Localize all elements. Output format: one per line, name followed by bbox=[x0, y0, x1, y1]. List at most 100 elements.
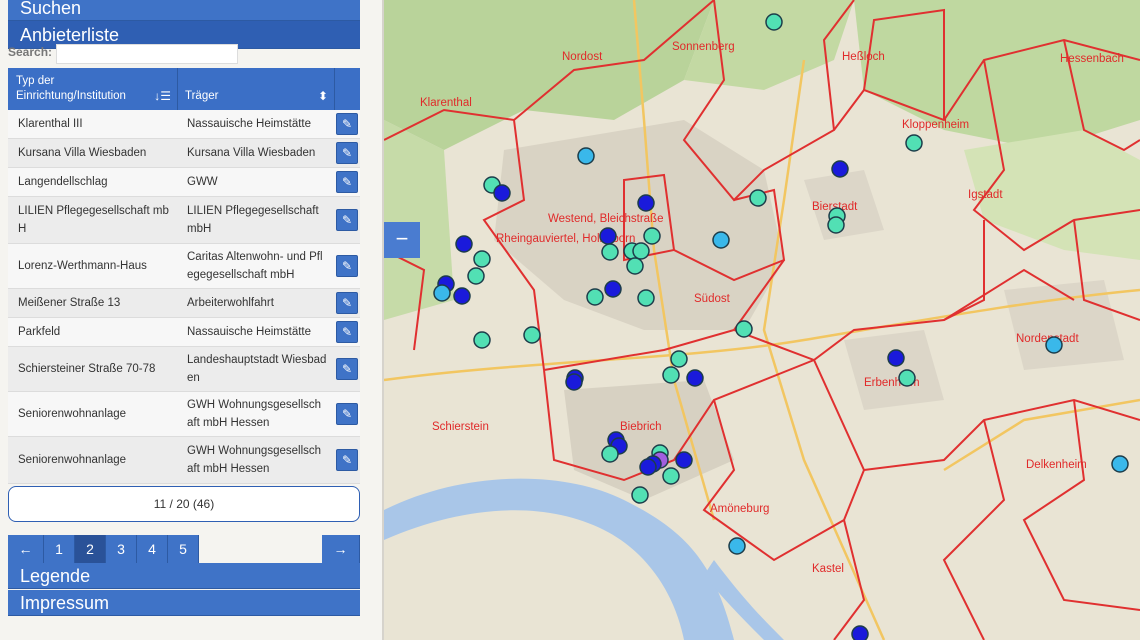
map-marker[interactable] bbox=[670, 350, 688, 368]
cell-carrier: Nassauische Heimstätte bbox=[187, 118, 311, 130]
cell-type: Seniorenwohnanlage bbox=[18, 408, 127, 420]
map-marker[interactable] bbox=[601, 243, 619, 261]
panel-imprint-header[interactable]: Impressum bbox=[8, 590, 360, 616]
table-row[interactable]: Seniorenwohnanlage GWH Wohnungsgesellscha… bbox=[8, 392, 360, 437]
map-marker[interactable] bbox=[662, 467, 680, 485]
map-marker[interactable] bbox=[686, 369, 704, 387]
edit-icon[interactable]: ✎ bbox=[336, 113, 358, 135]
map-marker[interactable] bbox=[523, 326, 541, 344]
map-marker[interactable] bbox=[637, 289, 655, 307]
table-header: Typ der Einrichtung/Institution ↓☰ Träge… bbox=[8, 68, 360, 110]
table-row[interactable]: LILIEN Pflegegesellschaft mbH LILIEN Pfle… bbox=[8, 197, 360, 244]
map-marker[interactable] bbox=[728, 537, 746, 555]
map-marker[interactable] bbox=[735, 320, 753, 338]
district-label: Schierstein bbox=[432, 421, 489, 433]
search-input[interactable] bbox=[56, 44, 238, 64]
table-row[interactable]: Schiersteiner Straße 70-78 Landeshauptsta… bbox=[8, 347, 360, 392]
map-marker[interactable] bbox=[1111, 455, 1129, 473]
edit-icon[interactable]: ✎ bbox=[336, 171, 358, 193]
col-header-carrier[interactable]: Träger ⬍ bbox=[179, 68, 335, 110]
panel-legend-header[interactable]: Legende bbox=[8, 563, 360, 589]
table-row[interactable]: Kursana Villa Wiesbaden Kursana Villa Wie… bbox=[8, 139, 360, 168]
panel-search-header[interactable]: Suchen bbox=[8, 0, 360, 21]
col-header-type[interactable]: Typ der Einrichtung/Institution ↓☰ bbox=[8, 68, 178, 110]
map-marker[interactable] bbox=[493, 184, 511, 202]
map-marker[interactable] bbox=[604, 280, 622, 298]
sidebar-collapse-button[interactable]: − bbox=[384, 222, 420, 258]
table-row[interactable]: Lorenz-Werthmann-Haus Caritas Altenwohn- … bbox=[8, 244, 360, 289]
district-label: Amöneburg bbox=[710, 503, 769, 515]
map-marker[interactable] bbox=[599, 227, 617, 245]
edit-icon[interactable]: ✎ bbox=[336, 142, 358, 164]
district-label: Delkenheim bbox=[1026, 459, 1087, 471]
map-marker[interactable] bbox=[851, 625, 869, 640]
district-label: Hessenbach bbox=[1060, 53, 1124, 65]
district-label: Igstadt bbox=[968, 189, 1003, 201]
map-marker[interactable] bbox=[765, 13, 783, 31]
prev-page-button[interactable]: ← bbox=[8, 535, 44, 563]
map-marker[interactable] bbox=[643, 227, 661, 245]
map-marker[interactable] bbox=[887, 349, 905, 367]
edit-icon[interactable]: ✎ bbox=[336, 255, 358, 277]
provider-table: Typ der Einrichtung/Institution ↓☰ Träge… bbox=[8, 68, 360, 484]
map-marker[interactable] bbox=[473, 331, 491, 349]
table-row[interactable]: Klarenthal III Nassauische Heimstätte ✎ bbox=[8, 110, 360, 139]
district-label: Westend, Bleichstraße bbox=[548, 213, 663, 225]
cell-carrier: Landeshauptstadt Wiesbaden bbox=[187, 354, 327, 384]
cell-type: Kursana Villa Wiesbaden bbox=[18, 147, 147, 159]
map-marker[interactable] bbox=[1045, 336, 1063, 354]
district-label: Sonnenberg bbox=[672, 41, 735, 53]
map-marker[interactable] bbox=[433, 284, 451, 302]
edit-icon[interactable]: ✎ bbox=[336, 358, 358, 380]
page-button-5[interactable]: 5 bbox=[168, 535, 199, 563]
district-label: Kastel bbox=[812, 563, 844, 575]
edit-icon[interactable]: ✎ bbox=[336, 321, 358, 343]
map-marker[interactable] bbox=[467, 267, 485, 285]
page-button-2[interactable]: 2 bbox=[75, 535, 106, 563]
edit-icon[interactable]: ✎ bbox=[336, 209, 358, 231]
table-row[interactable]: Meißener Straße 13 Arbeiterwohlfahrt ✎ bbox=[8, 289, 360, 318]
next-page-button[interactable]: → bbox=[322, 535, 360, 563]
table-row[interactable]: Langendellschlag GWW ✎ bbox=[8, 168, 360, 197]
edit-icon[interactable]: ✎ bbox=[336, 292, 358, 314]
map-marker[interactable] bbox=[455, 235, 473, 253]
map-marker[interactable] bbox=[827, 216, 845, 234]
map-marker[interactable] bbox=[577, 147, 595, 165]
page-button-1[interactable]: 1 bbox=[44, 535, 75, 563]
map-marker[interactable] bbox=[905, 134, 923, 152]
district-label: Biebrich bbox=[620, 421, 662, 433]
map-marker[interactable] bbox=[565, 373, 583, 391]
col-carrier-label: Träger bbox=[185, 90, 219, 102]
map-marker[interactable] bbox=[637, 194, 655, 212]
map-marker[interactable] bbox=[626, 257, 644, 275]
map-canvas[interactable]: Nordost Sonnenberg Heßloch Kloppenheim Hesse… bbox=[384, 0, 1140, 640]
table-row[interactable]: Seniorenwohnanlage GWH Wohnungsgesellscha… bbox=[8, 437, 360, 484]
map-view[interactable]: Nordost Sonnenberg Heßloch Kloppenheim Hesse… bbox=[384, 0, 1140, 640]
cell-type: Lorenz-Werthmann-Haus bbox=[18, 260, 147, 272]
page-button-3[interactable]: 3 bbox=[106, 535, 137, 563]
cell-carrier: GWH Wohnungsgesellschaft mbH Hessen bbox=[187, 445, 322, 475]
record-count: 11 / 20 (46) bbox=[8, 486, 360, 522]
map-marker[interactable] bbox=[749, 189, 767, 207]
map-marker[interactable] bbox=[601, 445, 619, 463]
edit-icon[interactable]: ✎ bbox=[336, 403, 358, 425]
map-marker[interactable] bbox=[898, 369, 916, 387]
search-label: Search: bbox=[8, 45, 53, 59]
cell-type: Klarenthal III bbox=[18, 118, 83, 130]
sort-desc-icon: ↓☰ bbox=[154, 89, 171, 103]
map-marker[interactable] bbox=[712, 231, 730, 249]
edit-icon[interactable]: ✎ bbox=[336, 449, 358, 471]
table-row[interactable]: Parkfeld Nassauische Heimstätte ✎ bbox=[8, 318, 360, 347]
map-marker[interactable] bbox=[662, 366, 680, 384]
map-marker[interactable] bbox=[639, 458, 657, 476]
district-label: Klarenthal bbox=[420, 97, 472, 109]
map-marker[interactable] bbox=[473, 250, 491, 268]
map-marker[interactable] bbox=[632, 242, 650, 260]
map-marker[interactable] bbox=[586, 288, 604, 306]
cell-carrier: Caritas Altenwohn- und Pflegegesellschaf… bbox=[187, 251, 323, 281]
map-marker[interactable] bbox=[631, 486, 649, 504]
map-marker[interactable] bbox=[831, 160, 849, 178]
map-marker[interactable] bbox=[675, 451, 693, 469]
map-marker[interactable] bbox=[453, 287, 471, 305]
page-button-4[interactable]: 4 bbox=[137, 535, 168, 563]
